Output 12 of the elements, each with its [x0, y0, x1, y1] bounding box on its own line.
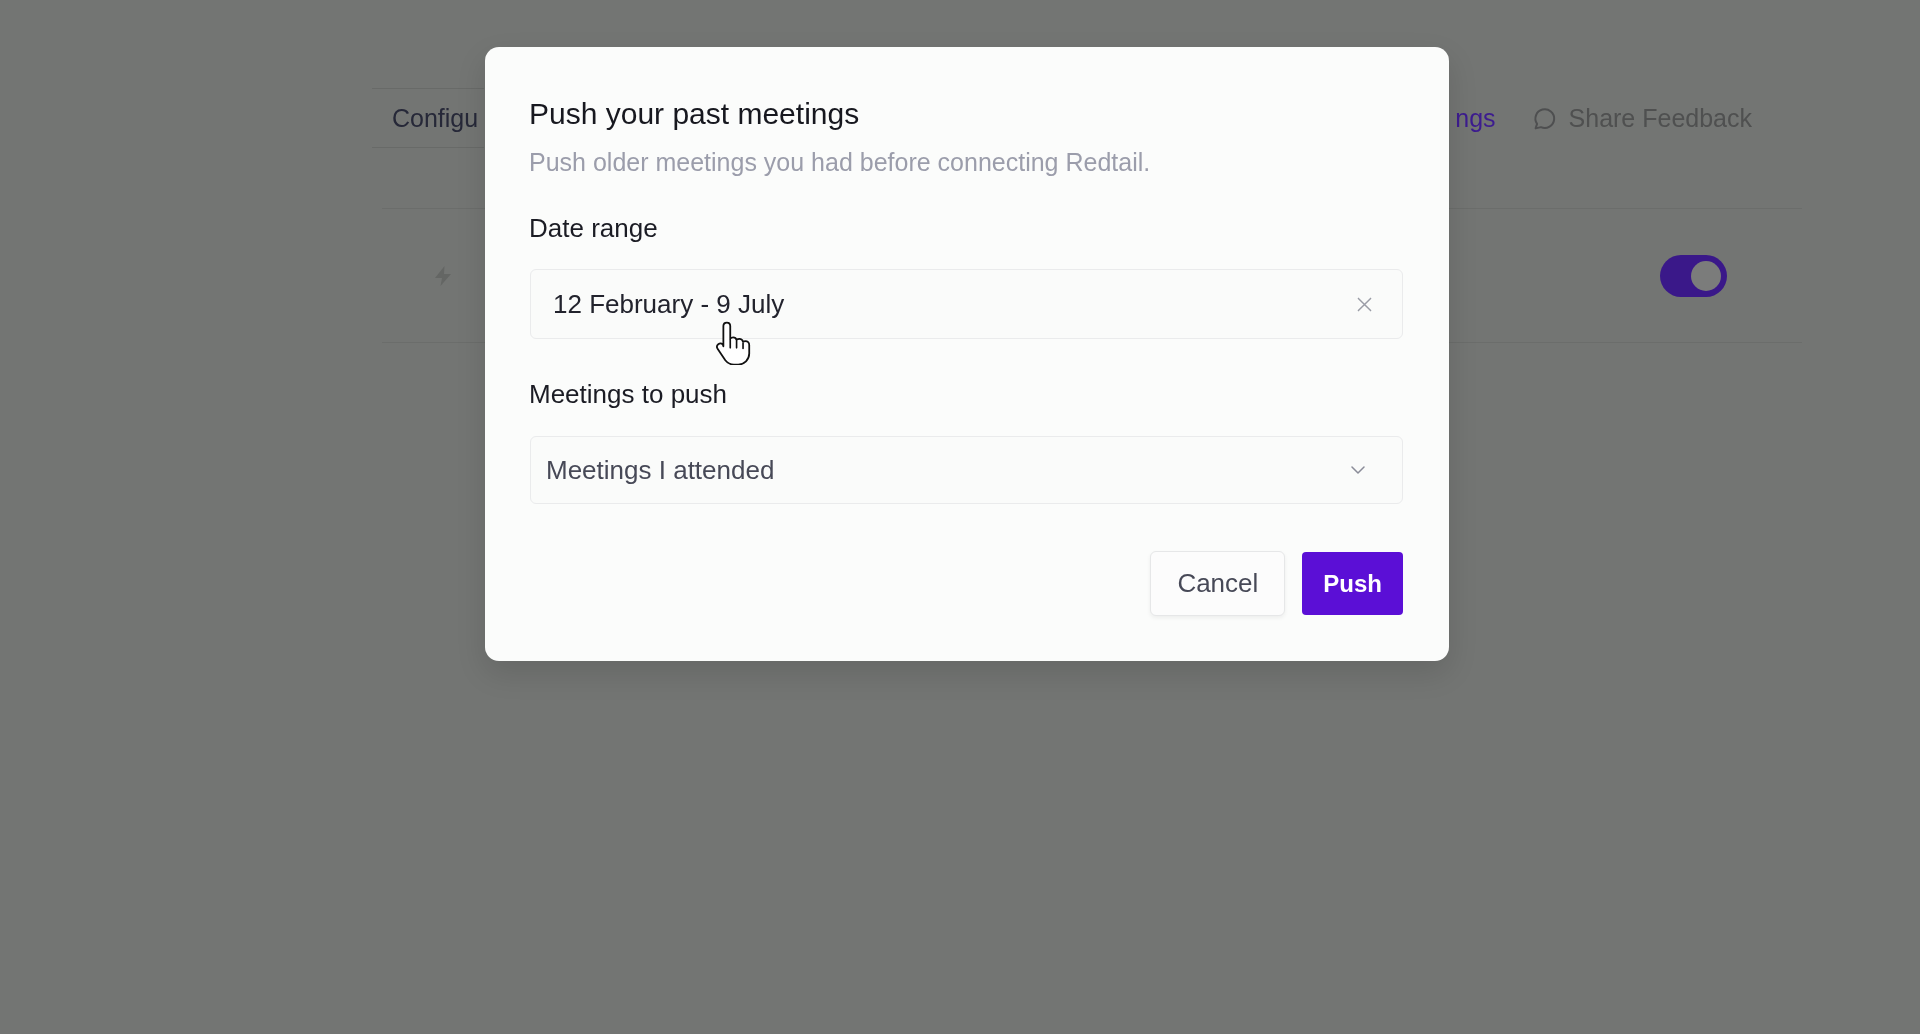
cancel-button[interactable]: Cancel	[1150, 551, 1286, 616]
meetings-dropdown[interactable]: Meetings I attended	[530, 436, 1403, 504]
field-label: Date range	[529, 212, 659, 244]
clear-icon[interactable]	[1357, 296, 1372, 312]
speech-bubble-icon	[1532, 105, 1558, 131]
dialog-title: Push your past meetings	[529, 96, 861, 132]
hand-cursor-icon	[715, 321, 751, 365]
dialog-subtitle: Push older meetings you had before connecting Redtail.	[529, 147, 1152, 177]
push-button[interactable]: Push	[1302, 552, 1403, 615]
toggle-switch[interactable]	[1660, 254, 1727, 297]
chevron-down-icon	[1351, 466, 1365, 474]
field-label: Meetings to push	[529, 378, 728, 410]
